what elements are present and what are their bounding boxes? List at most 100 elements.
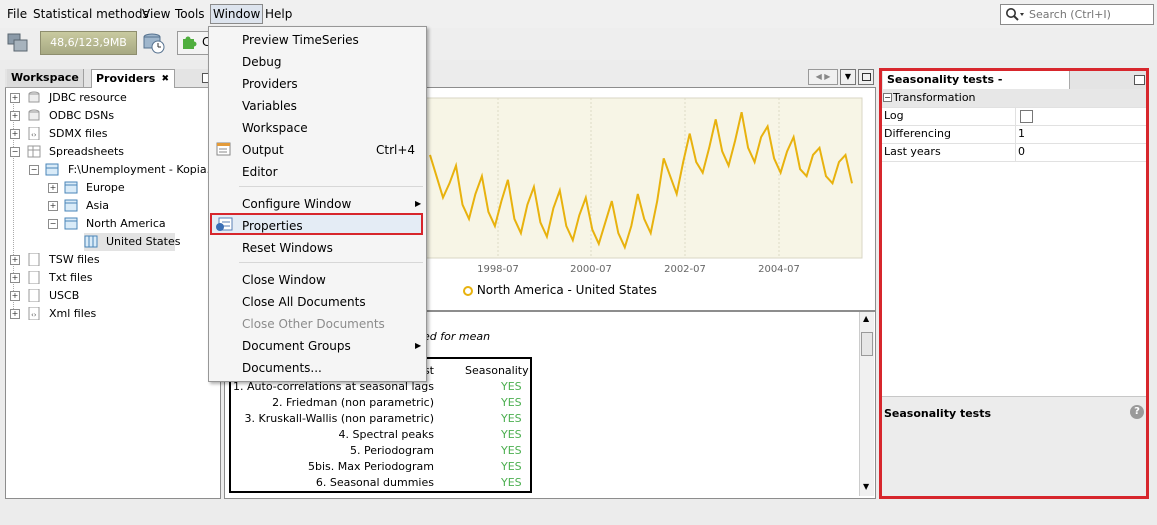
output-note: ed for mean (423, 330, 491, 343)
scroll-thumb[interactable] (861, 332, 873, 356)
tab-workspace[interactable]: Workspace (7, 69, 84, 87)
menu-item-properties[interactable]: Properties (242, 217, 303, 235)
menu-window[interactable]: Window (210, 4, 264, 24)
menu-item-document-groups[interactable]: Document Groups (242, 337, 351, 355)
file-icon (28, 271, 40, 284)
chevron-down-icon[interactable]: ▼ (840, 69, 856, 85)
sheet-icon (64, 217, 78, 230)
series-icon (84, 235, 98, 248)
database-icon (28, 109, 40, 121)
properties-icon (216, 217, 233, 231)
submenu-arrow-icon: ▶ (415, 199, 422, 208)
collapse-icon[interactable]: − (29, 165, 39, 175)
menu-item-documents[interactable]: Documents... (242, 359, 322, 377)
left-tabbar: Workspace Providers ✖ (5, 69, 219, 88)
menu-item-reset-windows[interactable]: Reset Windows (242, 239, 333, 257)
expand-icon[interactable]: + (10, 291, 20, 301)
menu-statistical-methods[interactable]: Statistical methods (31, 5, 151, 23)
menu-item-editor[interactable]: Editor (242, 163, 278, 181)
tree-label: SDMX files (49, 127, 108, 140)
puzzle-button[interactable]: C (177, 31, 210, 55)
tree-label: USCB (49, 289, 80, 302)
x-tick-label: 2000-07 (570, 264, 612, 275)
tree-label: ODBC DSNs (49, 109, 115, 122)
svg-text:‹›: ‹› (31, 131, 37, 139)
tree-item-united-states[interactable]: United States (84, 233, 181, 251)
table-row-test: 4. Spectral peaks (338, 428, 435, 441)
menu-item-close-all-documents[interactable]: Close All Documents (242, 293, 366, 311)
x-tick-label: 1998-07 (477, 264, 519, 275)
scroll-down-icon[interactable]: ▼ (863, 482, 869, 491)
expand-icon[interactable]: + (10, 255, 20, 265)
collapse-icon[interactable]: − (48, 219, 58, 229)
menu-view[interactable]: View (140, 5, 172, 23)
tab-providers[interactable]: Providers ✖ (91, 69, 175, 88)
table-row-test: 3. Kruskall-Wallis (non parametric) (244, 412, 434, 425)
plot-area (424, 97, 863, 259)
tree-label: Xml files (49, 307, 97, 320)
menu-item-workspace[interactable]: Workspace (242, 119, 308, 137)
tree-label: United States (106, 235, 181, 248)
file-icon (28, 253, 40, 266)
computer-icon[interactable] (6, 32, 30, 54)
tree-label: JDBC resource (49, 91, 127, 104)
search-input[interactable] (1029, 6, 1149, 22)
expand-icon[interactable]: + (10, 309, 20, 319)
legend-label: North America - United States (476, 283, 657, 297)
tab-scroll-arrows-icon[interactable]: ◀ ▶ (808, 69, 838, 85)
close-icon[interactable]: ✖ (161, 70, 169, 88)
tree-label: Txt files (49, 271, 93, 284)
menu-item-variables[interactable]: Variables (242, 97, 297, 115)
menu-item-preview-timeseries[interactable]: Preview TimeSeries (242, 31, 359, 49)
menu-tools[interactable]: Tools (173, 5, 207, 23)
xml-file-icon: ‹› (28, 127, 40, 140)
menu-item-configure-window[interactable]: Configure Window (242, 195, 351, 213)
table-row-test: 2. Friedman (non parametric) (272, 396, 434, 409)
toolbar: 48,6/123,9MB C (0, 28, 1157, 60)
menu-separator (239, 262, 423, 263)
x-tick-label: 2004-07 (758, 264, 800, 275)
search-box[interactable] (1000, 4, 1154, 25)
menu-item-debug[interactable]: Debug (242, 53, 281, 71)
table-header-seasonality: Seasonality (465, 364, 529, 377)
expand-icon[interactable]: + (10, 129, 20, 139)
expand-icon[interactable]: + (10, 93, 20, 103)
file-icon (28, 289, 40, 302)
expand-icon[interactable]: + (48, 183, 58, 193)
table-row-value: YES (501, 380, 522, 393)
database-icon (28, 91, 40, 103)
output-shortcut: Ctrl+4 (376, 143, 416, 157)
tab-providers-label: Providers (96, 72, 156, 85)
sheet-icon (64, 181, 78, 194)
menu-file[interactable]: File (5, 5, 29, 23)
legend-marker-icon (463, 285, 473, 296)
menu-item-output[interactable]: Output (242, 141, 284, 159)
tree-label: Europe (86, 181, 125, 194)
tree-label: Asia (86, 199, 110, 212)
tree-label: North America (86, 217, 166, 230)
table-row-test: 6. Seasonal dummies (315, 476, 434, 489)
menu-help[interactable]: Help (263, 5, 294, 23)
menu-item-close-other-documents: Close Other Documents (242, 317, 385, 331)
status-bar (0, 500, 1157, 525)
excel-file-icon (45, 163, 59, 176)
vertical-scrollbar[interactable]: ▲ ▼ (859, 312, 874, 496)
table-row-test: 5. Periodogram (350, 444, 434, 457)
tree-label: Spreadsheets (49, 145, 125, 158)
clock-database-icon[interactable] (141, 30, 167, 56)
highlight-outline (879, 68, 1149, 499)
maximize-icon[interactable] (858, 69, 874, 85)
spreadsheet-icon (27, 145, 41, 158)
expand-icon[interactable]: + (48, 201, 58, 211)
expand-icon[interactable]: + (10, 111, 20, 121)
table-row-value: YES (501, 460, 522, 473)
memory-indicator[interactable]: 48,6/123,9MB (40, 31, 137, 55)
table-row-value: YES (501, 476, 522, 489)
submenu-arrow-icon: ▶ (415, 341, 422, 350)
menu-item-providers[interactable]: Providers (242, 75, 298, 93)
collapse-icon[interactable]: − (10, 147, 20, 157)
menu-item-close-window[interactable]: Close Window (242, 271, 326, 289)
scroll-up-icon[interactable]: ▲ (863, 314, 869, 323)
puzzle-icon (183, 36, 197, 49)
expand-icon[interactable]: + (10, 273, 20, 283)
